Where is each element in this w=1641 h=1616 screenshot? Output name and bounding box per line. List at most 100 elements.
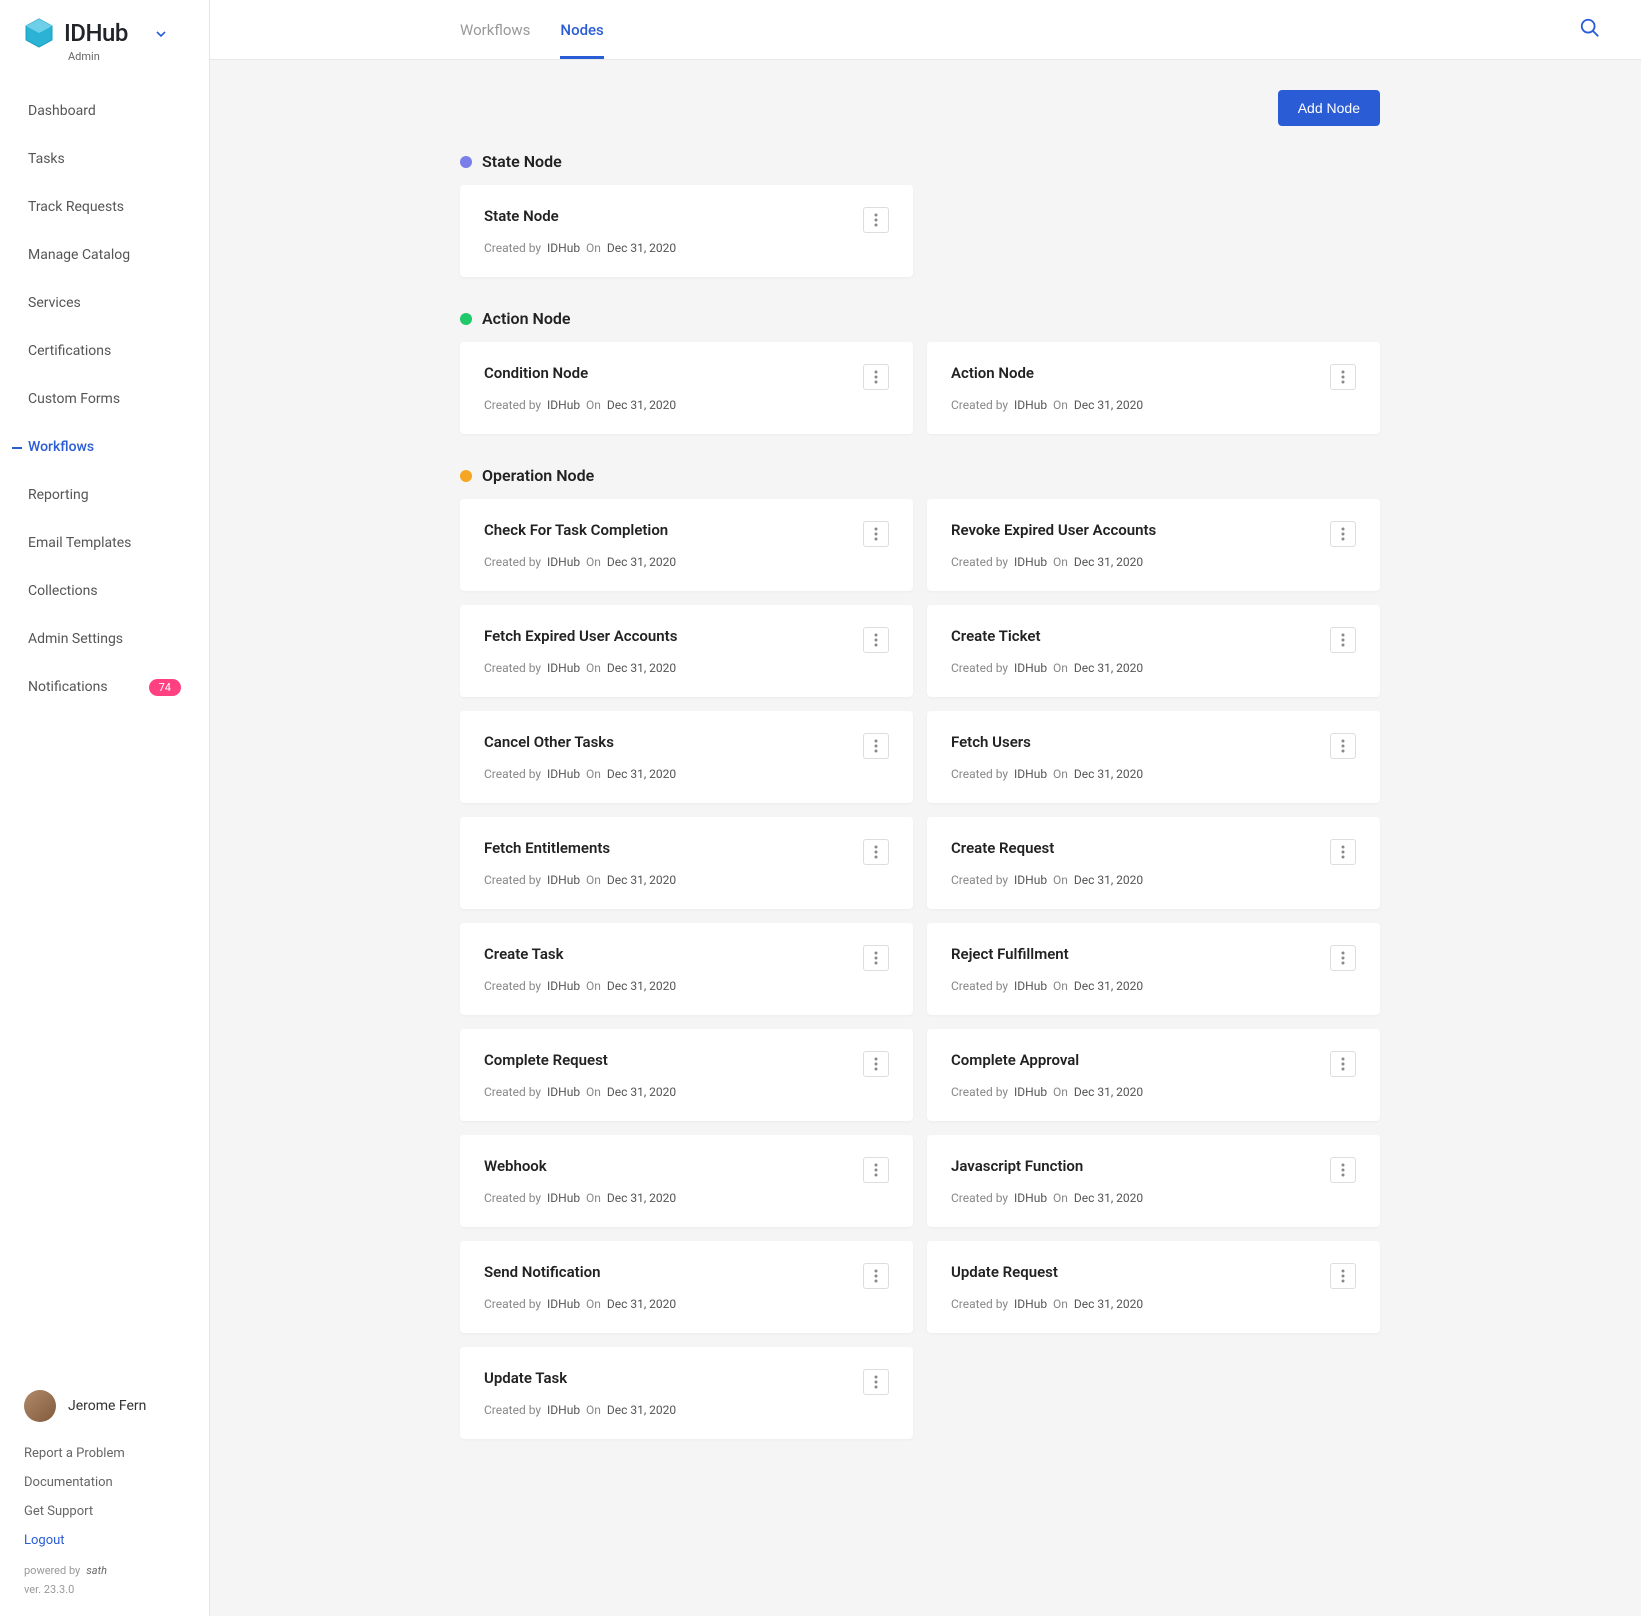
card-meta: Created by IDHub On Dec 31, 2020 [951,661,1143,675]
node-card[interactable]: Complete ApprovalCreated by IDHub On Dec… [927,1029,1380,1121]
state-dot-icon [460,156,472,168]
node-card[interactable]: Javascript Function Created by IDHub On D… [927,1135,1380,1227]
kebab-menu-icon[interactable] [863,733,889,759]
kebab-menu-icon[interactable] [863,1157,889,1183]
sidebar-item-label: Services [28,295,81,311]
node-card[interactable]: WebhookCreated by IDHub On Dec 31, 2020 [460,1135,913,1227]
sidebar-item-email-templates[interactable]: Email Templates [0,519,209,567]
card-title: Update Request [951,1263,1143,1281]
user-row[interactable]: Jerome Fern [24,1390,185,1422]
caret-down-icon[interactable] [156,24,166,43]
kebab-menu-icon[interactable] [863,364,889,390]
sidebar-item-label: Admin Settings [28,631,123,647]
sidebar-item-services[interactable]: Services [0,279,209,327]
card-meta: Created by IDHub On Dec 31, 2020 [484,979,676,993]
node-card[interactable]: Create RequestCreated by IDHub On Dec 31… [927,817,1380,909]
add-node-button[interactable]: Add Node [1278,90,1380,126]
kebab-menu-icon[interactable] [863,627,889,653]
kebab-menu-icon[interactable] [1330,521,1356,547]
node-card[interactable]: Update TaskCreated by IDHub On Dec 31, 2… [460,1347,913,1439]
card-title: Javascript Function [951,1157,1143,1175]
node-card[interactable]: Check For Task CompletionCreated by IDHu… [460,499,913,591]
logo[interactable]: IDHub [0,0,209,54]
card-meta: Created by IDHub On Dec 31, 2020 [951,1297,1143,1311]
footer-link-get-support[interactable]: Get Support [24,1504,185,1519]
section-action: Action Node Condition NodeCreated by IDHu… [460,309,1380,434]
node-card[interactable]: Create TaskCreated by IDHub On Dec 31, 2… [460,923,913,1015]
logo-subtitle: Admin [0,50,209,63]
card-title: Fetch Users [951,733,1143,751]
node-card[interactable]: Complete RequestCreated by IDHub On Dec … [460,1029,913,1121]
card-title: Create Ticket [951,627,1143,645]
section-title: State Node [482,152,562,171]
node-card[interactable]: Create Ticket Created by IDHub On Dec 31,… [927,605,1380,697]
sidebar-item-label: Tasks [28,151,65,167]
card-meta: Created by IDHub On Dec 31, 2020 [484,1297,676,1311]
logo-icon [24,18,54,48]
kebab-menu-icon[interactable] [863,1369,889,1395]
sidebar-item-label: Email Templates [28,535,131,551]
kebab-menu-icon[interactable] [1330,1263,1356,1289]
card-meta: Created by IDHub On Dec 31, 2020 [484,555,676,569]
card-title: Reject Fulfillment [951,945,1143,963]
section-title: Operation Node [482,466,594,485]
kebab-menu-icon[interactable] [863,207,889,233]
kebab-menu-icon[interactable] [863,1263,889,1289]
avatar [24,1390,56,1422]
footer-link-documentation[interactable]: Documentation [24,1475,185,1490]
node-card[interactable]: Fetch Expired User AccountsCreated by ID… [460,605,913,697]
node-card[interactable]: Send NotificationCreated by IDHub On Dec… [460,1241,913,1333]
sidebar-item-reporting[interactable]: Reporting [0,471,209,519]
card-meta: Created by IDHub On Dec 31, 2020 [484,767,676,781]
sidebar-item-notifications[interactable]: Notifications74 [0,663,209,711]
sidebar-item-tasks[interactable]: Tasks [0,135,209,183]
card-title: Cancel Other Tasks [484,733,676,751]
node-card[interactable]: Fetch EntitlementsCreated by IDHub On De… [460,817,913,909]
node-card[interactable]: Update Request Created by IDHub On Dec 31… [927,1241,1380,1333]
sidebar: IDHub Admin Dashboard Tasks Track Requests… [0,0,210,1616]
main: WorkflowsNodes Add Node State NodeState … [210,0,1641,1616]
node-card[interactable]: Condition NodeCreated by IDHub On Dec 31… [460,342,913,434]
kebab-menu-icon[interactable] [1330,627,1356,653]
sidebar-item-manage-catalog[interactable]: Manage Catalog [0,231,209,279]
sidebar-item-admin-settings[interactable]: Admin Settings [0,615,209,663]
card-title: State Node [484,207,676,225]
sidebar-item-track-requests[interactable]: Track Requests [0,183,209,231]
node-card[interactable]: Cancel Other Tasks Created by IDHub On De… [460,711,913,803]
kebab-menu-icon[interactable] [1330,364,1356,390]
tab-nodes[interactable]: Nodes [560,0,603,59]
search-icon[interactable] [1579,17,1601,43]
kebab-menu-icon[interactable] [863,945,889,971]
sidebar-item-workflows[interactable]: Workflows [0,423,209,471]
node-card[interactable]: Revoke Expired User Accounts Created by I… [927,499,1380,591]
kebab-menu-icon[interactable] [1330,1157,1356,1183]
tab-workflows[interactable]: Workflows [460,0,530,59]
footer-link-report-a-problem[interactable]: Report a Problem [24,1446,185,1461]
kebab-menu-icon[interactable] [863,1051,889,1077]
node-card[interactable]: Action NodeCreated by IDHub On Dec 31, 2… [927,342,1380,434]
kebab-menu-icon[interactable] [1330,1051,1356,1077]
node-card[interactable]: State NodeCreated by IDHub On Dec 31, 20… [460,185,913,277]
card-title: Revoke Expired User Accounts [951,521,1156,539]
sidebar-item-collections[interactable]: Collections [0,567,209,615]
kebab-menu-icon[interactable] [1330,733,1356,759]
sidebar-item-certifications[interactable]: Certifications [0,327,209,375]
sidebar-nav: Dashboard Tasks Track RequestsManage Catal… [0,79,209,1390]
kebab-menu-icon[interactable] [863,521,889,547]
node-card[interactable]: Reject FulfillmentCreated by IDHub On De… [927,923,1380,1015]
card-meta: Created by IDHub On Dec 31, 2020 [951,1191,1143,1205]
card-meta: Created by IDHub On Dec 31, 2020 [951,1085,1143,1099]
sidebar-item-label: Workflows [28,439,94,455]
card-title: Action Node [951,364,1143,382]
sidebar-item-label: Dashboard [28,103,96,119]
sidebar-item-custom-forms[interactable]: Custom Forms [0,375,209,423]
sidebar-item-dashboard[interactable]: Dashboard [0,87,209,135]
action-dot-icon [460,313,472,325]
footer-link-logout[interactable]: Logout [24,1533,185,1548]
node-card[interactable]: Fetch UsersCreated by IDHub On Dec 31, 2… [927,711,1380,803]
card-meta: Created by IDHub On Dec 31, 2020 [951,555,1156,569]
kebab-menu-icon[interactable] [1330,839,1356,865]
card-meta: Created by IDHub On Dec 31, 2020 [484,661,677,675]
kebab-menu-icon[interactable] [1330,945,1356,971]
kebab-menu-icon[interactable] [863,839,889,865]
